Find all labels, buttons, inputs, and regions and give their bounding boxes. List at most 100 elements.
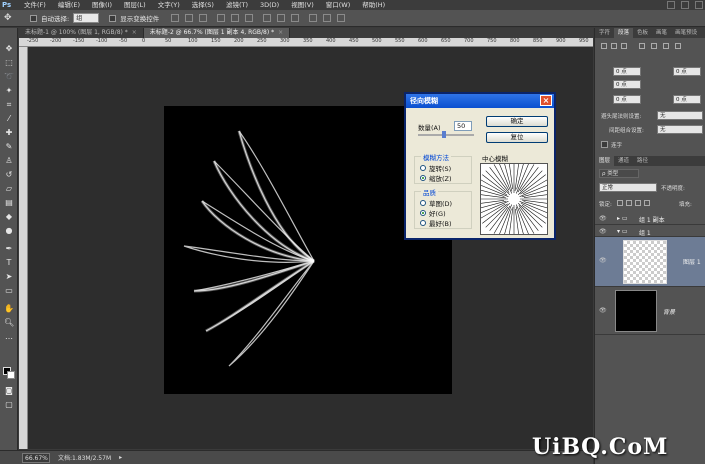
history-brush-icon[interactable]: ↺ [4, 170, 14, 179]
kinsoku-dropdown[interactable]: 无 [657, 111, 703, 120]
screen-mode-icon[interactable]: ▢ [4, 400, 14, 409]
menu-3d[interactable]: 3D(D) [254, 0, 285, 10]
amount-slider-track[interactable] [418, 134, 474, 136]
blend-mode-dropdown[interactable]: 正常 [599, 183, 657, 192]
tab-document-1[interactable]: 未标题-1 @ 100% (图层 1, RGB/8) * × [19, 28, 144, 38]
brush-icon[interactable]: ✎ [4, 142, 14, 151]
crop-icon[interactable]: ⌗ [4, 100, 14, 109]
layer-row-background[interactable]: 👁︎ 背景 [595, 287, 705, 335]
eyedropper-icon[interactable]: ⁄ [4, 114, 14, 123]
reset-button[interactable]: 复位 [486, 132, 548, 143]
zoom-icon[interactable]: 🔍︎ [4, 318, 14, 327]
minimize-icon[interactable] [667, 1, 675, 9]
menu-window[interactable]: 窗口(W) [320, 0, 357, 10]
tab-brush[interactable]: 画笔 [652, 28, 671, 38]
distribute-top-icon[interactable] [263, 14, 272, 22]
dialog-close-icon[interactable]: × [540, 95, 552, 106]
lock-position-icon[interactable] [635, 200, 641, 206]
align-center-text-icon[interactable] [611, 43, 617, 49]
tab-document-2[interactable]: 未标题-2 @ 66.7% (图层 1 副本 4, RGB/8) * × [143, 28, 291, 38]
pen-icon[interactable]: ✒ [4, 244, 14, 253]
radio-draft[interactable] [420, 200, 426, 206]
lasso-icon[interactable]: ➰ [4, 72, 14, 81]
quick-mask-icon[interactable]: ◙ [4, 386, 14, 395]
align-center-icon[interactable] [231, 14, 240, 22]
mojikumi-dropdown[interactable]: 无 [657, 125, 703, 134]
status-arrow-icon[interactable]: ▸ [119, 454, 122, 461]
close-tab-icon[interactable]: × [132, 29, 137, 36]
move-icon[interactable]: ✥ [4, 44, 14, 53]
justify-last-center-icon[interactable] [651, 43, 657, 49]
auto-select-dropdown[interactable]: 组 [73, 13, 100, 23]
lock-all-icon[interactable] [644, 200, 650, 206]
lock-pixels-icon[interactable] [626, 200, 632, 206]
radio-best[interactable] [420, 220, 426, 226]
healing-brush-icon[interactable]: ✚ [4, 128, 14, 137]
eraser-icon[interactable]: ▱ [4, 184, 14, 193]
rectangle-icon[interactable]: ▭ [4, 286, 14, 295]
menu-select[interactable]: 选择(S) [186, 0, 220, 10]
close-window-icon[interactable] [695, 1, 703, 9]
layer-filter-kind[interactable]: ρ 类型 [599, 169, 639, 178]
dialog-title-bar[interactable]: 径向模糊 × [406, 94, 554, 108]
menu-file[interactable]: 文件(F) [18, 0, 52, 10]
tab-channels[interactable]: 通道 [614, 156, 633, 166]
align-right-text-icon[interactable] [621, 43, 627, 49]
align-left-text-icon[interactable] [601, 43, 607, 49]
tab-paths[interactable]: 路径 [633, 156, 652, 166]
radio-good[interactable] [420, 210, 426, 216]
justify-last-right-icon[interactable] [663, 43, 669, 49]
justify-last-left-icon[interactable] [639, 43, 645, 49]
method-spin-option[interactable]: 旋转(S) [420, 163, 451, 173]
visibility-eye-icon[interactable]: 👁︎ [599, 307, 607, 314]
auto-select-checkbox[interactable] [30, 14, 37, 22]
layer-row-group-copy[interactable]: 👁︎ ▸ ▭ 组 1 副本 [595, 212, 705, 225]
move-tool-icon[interactable]: ✥ [4, 12, 26, 24]
indent-first-line-field[interactable]: 0 点 [613, 80, 641, 89]
maximize-icon[interactable] [681, 1, 689, 9]
lock-transparent-icon[interactable] [617, 200, 623, 206]
close-tab-icon[interactable]: × [278, 29, 283, 36]
tab-paragraph[interactable]: 段落 [614, 28, 634, 38]
visibility-eye-icon[interactable]: 👁︎ [599, 215, 607, 222]
menu-edit[interactable]: 编辑(E) [52, 0, 86, 10]
distribute-middle-icon[interactable] [277, 14, 286, 22]
layer-row-layer-1[interactable]: 👁︎ 图层 1 [595, 237, 705, 287]
visibility-eye-icon[interactable]: 👁︎ [599, 257, 607, 264]
distribute-left-icon[interactable] [309, 14, 318, 22]
menu-type[interactable]: 文字(Y) [152, 0, 186, 10]
align-middle-icon[interactable] [185, 14, 194, 22]
path-select-icon[interactable]: ➤ [4, 272, 14, 281]
show-transform-checkbox[interactable] [109, 14, 117, 22]
quality-good-option[interactable]: 好(G) [420, 208, 446, 218]
indent-right-field[interactable]: 0 点 [673, 67, 701, 76]
menu-image[interactable]: 图像(I) [86, 0, 118, 10]
gradient-icon[interactable]: ▤ [4, 198, 14, 207]
distribute-center-icon[interactable] [323, 14, 332, 22]
space-after-field[interactable]: 0 点 [673, 95, 701, 104]
quality-draft-option[interactable]: 草图(D) [420, 198, 452, 208]
tab-layers[interactable]: 图层 [595, 156, 615, 166]
visibility-eye-icon[interactable]: 👁︎ [599, 228, 607, 235]
distribute-bottom-icon[interactable] [291, 14, 300, 22]
tab-swatches[interactable]: 色板 [633, 28, 652, 38]
align-left-icon[interactable] [217, 14, 226, 22]
menu-filter[interactable]: 滤镜(T) [220, 0, 254, 10]
type-icon[interactable]: T [4, 258, 14, 267]
method-zoom-option[interactable]: 缩放(Z) [420, 173, 452, 183]
menu-help[interactable]: 帮助(H) [356, 0, 391, 10]
hand-icon[interactable]: ✋ [4, 304, 14, 313]
blur-icon[interactable]: ◆ [4, 212, 14, 221]
align-bottom-icon[interactable] [199, 14, 208, 22]
menu-view[interactable]: 视图(V) [285, 0, 320, 10]
align-top-icon[interactable] [171, 14, 180, 22]
distribute-right-icon[interactable] [337, 14, 346, 22]
magic-wand-icon[interactable]: ✦ [4, 86, 14, 95]
justify-all-icon[interactable] [675, 43, 681, 49]
quality-best-option[interactable]: 最好(B) [420, 218, 452, 228]
background-color-swatch[interactable] [7, 371, 15, 379]
space-before-field[interactable]: 0 点 [613, 95, 641, 104]
indent-left-field[interactable]: 0 点 [613, 67, 641, 76]
ellipsis-icon[interactable]: … [4, 332, 14, 341]
hyphenate-checkbox[interactable] [601, 141, 608, 148]
